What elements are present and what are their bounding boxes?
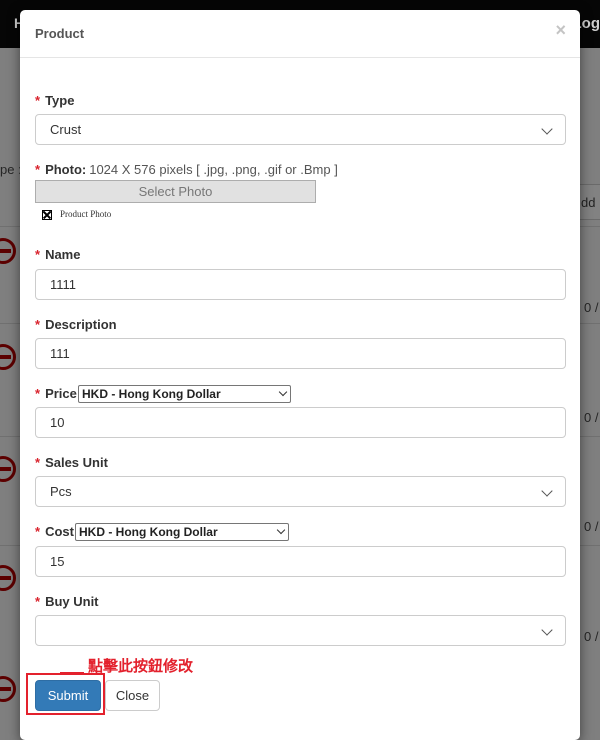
cost-input[interactable]: 15 [35,546,566,577]
required-asterisk: * [35,455,40,470]
sales-unit-label: * Sales Unit [35,455,108,470]
remove-icon [0,344,16,370]
required-asterisk: * [35,93,40,108]
description-label-text: Description [45,317,117,332]
price-input-value: 10 [50,415,64,430]
chevron-down-icon [541,485,552,496]
product-photo-alt-text: Product Photo [60,209,111,219]
description-input-value: 111 [50,346,70,361]
remove-icon [0,565,16,591]
callout-line [60,672,84,674]
cost-input-value: 15 [50,554,64,569]
description-label: * Description [35,317,117,332]
remove-icon [0,238,16,264]
price-input[interactable]: 10 [35,407,566,438]
photo-label: * Photo:1024 X 576 pixels [ .jpg, .png, .… [35,162,338,177]
type-label: * Type [35,93,74,108]
type-select[interactable]: Crust [35,114,566,145]
chevron-down-icon [279,388,287,396]
required-asterisk: * [35,317,40,332]
background-add-button-label: dd F [581,195,600,210]
price-currency-value: HKD - Hong Kong Dollar [82,387,221,401]
remove-icon [0,456,16,482]
buy-unit-label-text: Buy Unit [45,594,98,609]
required-asterisk: * [35,162,40,177]
modal-header: Product × [20,10,580,58]
product-modal: Product × * Type Crust * Photo:1024 X 576 … [20,10,580,740]
chevron-down-icon [277,526,285,534]
name-label: * Name [35,247,80,262]
required-asterisk: * [35,524,40,539]
required-asterisk: * [35,594,40,609]
background-row-fraction: 0 / [584,629,598,644]
cost-currency-select[interactable]: HKD - Hong Kong Dollar [75,523,289,541]
background-type-label: pe : [0,162,22,177]
chevron-down-icon [541,624,552,635]
chevron-down-icon [541,123,552,134]
sales-unit-select[interactable]: Pcs [35,476,566,507]
background-row-fraction: 0 / [584,519,598,534]
modal-title: Product [35,26,84,41]
cost-label: * Cost [35,524,74,539]
type-select-value: Crust [50,122,81,137]
price-currency-select[interactable]: HKD - Hong Kong Dollar [78,385,291,403]
photo-size-hint: 1024 X 576 pixels [ .jpg, .png, .gif or … [89,162,338,177]
description-input[interactable]: 111 [35,338,566,369]
required-asterisk: * [35,247,40,262]
remove-icon [0,676,16,702]
broken-image-icon [42,210,52,220]
required-asterisk: * [35,386,40,401]
close-icon[interactable]: × [555,21,566,39]
sales-unit-label-text: Sales Unit [45,455,108,470]
sales-unit-select-value: Pcs [50,484,72,499]
annotation-text: 點擊此按鈕修改 [88,655,193,676]
name-label-text: Name [45,247,80,262]
cost-label-text: Cost [45,524,74,539]
type-label-text: Type [45,93,74,108]
price-label: * Price [35,386,77,401]
price-label-text: Price [45,386,77,401]
name-input[interactable]: 1111 [35,269,566,300]
photo-label-text: Photo: [45,162,86,177]
cost-currency-value: HKD - Hong Kong Dollar [79,525,218,539]
background-row-fraction: 0 / [584,410,598,425]
close-button[interactable]: Close [105,680,160,711]
buy-unit-label: * Buy Unit [35,594,99,609]
name-input-value: 1111 [50,277,76,292]
select-photo-button[interactable]: Select Photo [35,180,316,203]
background-row-fraction: 0 / [584,300,598,315]
submit-highlight-box [26,673,105,715]
buy-unit-select[interactable] [35,615,566,646]
